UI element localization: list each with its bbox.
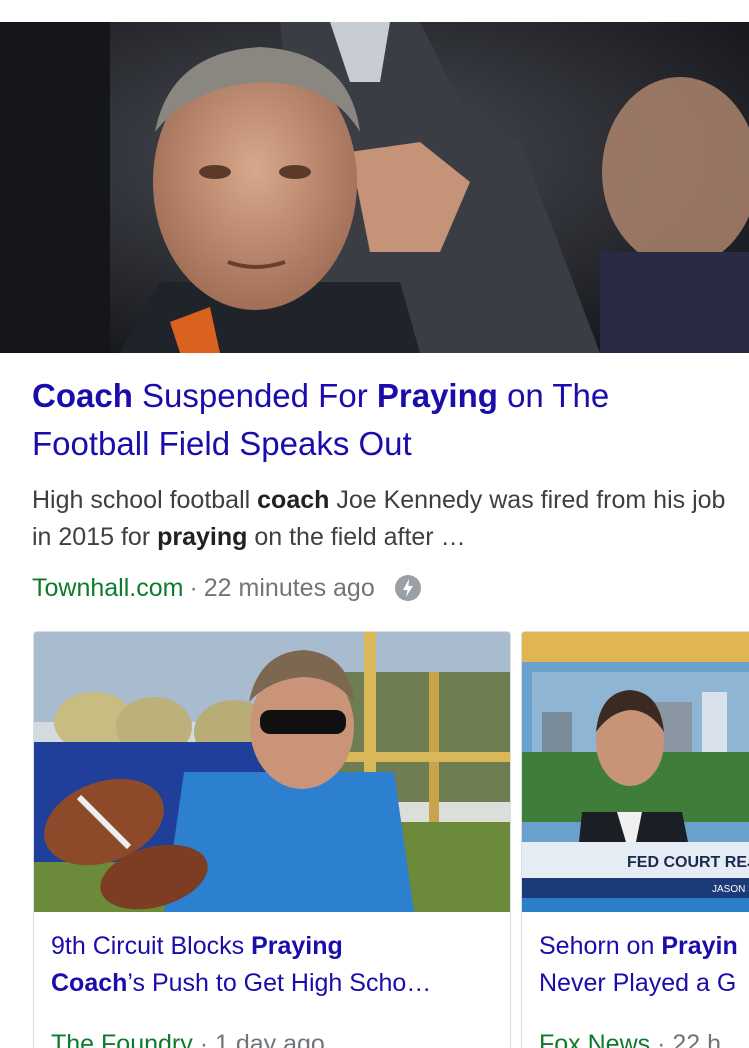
card-1-title-part: Coach [51, 969, 128, 997]
hero-title-part: Suspended For [132, 377, 377, 414]
lower-third-sub: JASON SE [712, 884, 749, 895]
hero-snippet-part: High school football [32, 486, 258, 514]
hero-meta: Townhall.com · 22 minutes ago [32, 570, 421, 606]
card-2-time: 22 h [672, 1030, 722, 1048]
news-results-page: Coach Suspended For Praying on The Footb… [0, 0, 749, 1048]
hero-headline-link[interactable]: Coach Suspended For Praying on The Footb… [32, 372, 722, 468]
hero-snippet: High school football coach Joe Kennedy w… [32, 482, 732, 556]
card-1-meta: The Foundry · 1 day ago [51, 1030, 325, 1048]
card-2-headline[interactable]: Sehorn on Prayin Never Played a G [539, 928, 749, 1002]
news-card-2[interactable]: FED COURT REJEC JASON SE Sehorn on Prayi… [521, 631, 749, 1048]
card-1-photo [34, 632, 510, 912]
news-card-1[interactable]: 9th Circuit Blocks Praying Coach’s Push … [33, 631, 511, 1048]
card-1-source[interactable]: The Foundry [51, 1030, 193, 1048]
hero-title-part: Praying [376, 377, 498, 414]
card-2-photo: FED COURT REJEC JASON SE [522, 632, 749, 912]
amp-lightning-icon [394, 575, 421, 601]
card-2-title-part: Sehorn on [539, 932, 662, 960]
card-2-title-part: Never Played a G [539, 969, 737, 997]
card-2-source[interactable]: Fox News [539, 1030, 650, 1048]
lower-third-text: FED COURT REJEC [627, 854, 749, 871]
card-2-meta: Fox News · 22 h [539, 1030, 721, 1048]
hero-snippet-part: on the field after … [247, 523, 466, 551]
hero-snippet-part: praying [157, 523, 248, 551]
card-2-title-part: Prayin [661, 932, 738, 960]
hero-title-part: Coach [32, 377, 133, 414]
card-1-title-part: 9th Circuit Blocks [51, 932, 252, 960]
card-2-thumbnail: FED COURT REJEC JASON SE [522, 632, 749, 912]
hero-snippet-part: coach [257, 486, 330, 514]
card-1-time: 1 day ago [214, 1030, 325, 1048]
hero-photo [0, 22, 749, 353]
top-strip [0, 0, 749, 22]
hero-source[interactable]: Townhall.com [32, 574, 183, 603]
hero-time: 22 minutes ago [203, 573, 375, 602]
hero-thumbnail[interactable] [0, 22, 749, 353]
card-1-title-part: Praying [251, 932, 343, 960]
meta-separator: · [657, 1030, 666, 1048]
card-1-thumbnail [34, 632, 510, 912]
meta-separator: · [199, 1030, 209, 1048]
card-1-title-part: ’s Push to Get High Scho… [127, 969, 432, 997]
card-1-headline[interactable]: 9th Circuit Blocks Praying Coach’s Push … [51, 928, 510, 1002]
meta-separator: · [189, 573, 198, 602]
